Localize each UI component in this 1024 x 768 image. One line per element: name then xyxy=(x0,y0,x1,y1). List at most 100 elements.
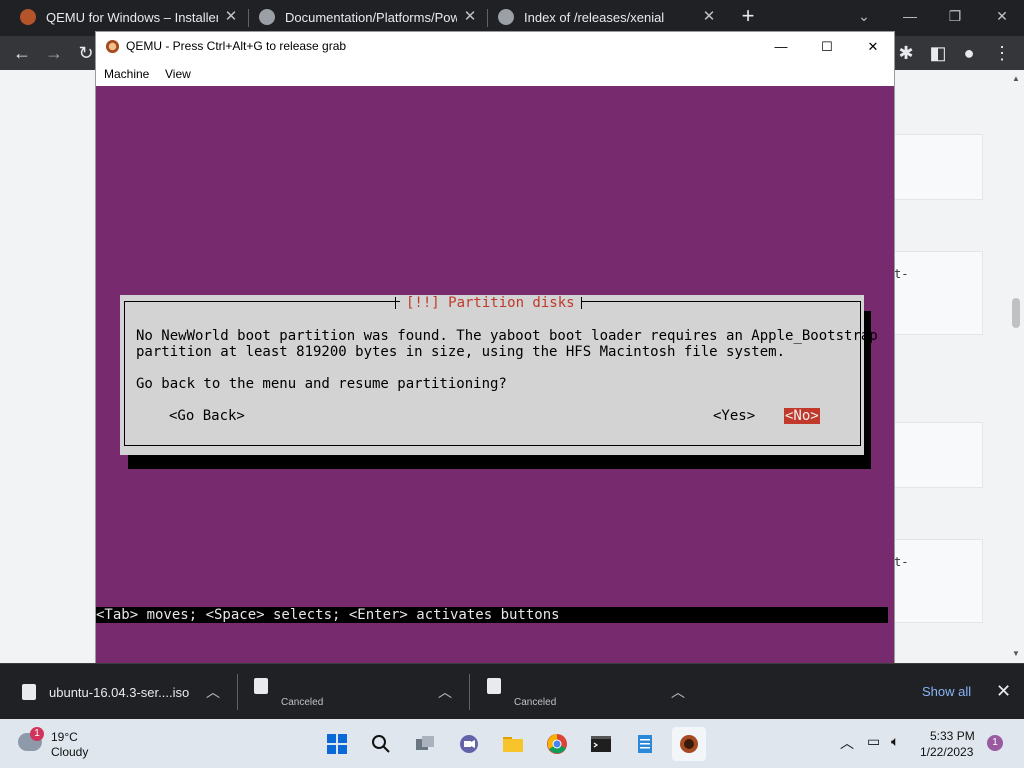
go-back-button[interactable]: <Go Back> xyxy=(169,408,245,424)
minimize-icon[interactable]: — xyxy=(898,4,922,28)
title-frame-tick xyxy=(395,297,396,309)
qemu-maximize-icon[interactable]: ☐ xyxy=(804,32,850,62)
qemu-window: QEMU - Press Ctrl+Alt+G to release grab … xyxy=(95,31,895,663)
chevron-up-icon[interactable]: ︿ xyxy=(671,682,685,702)
chat-button[interactable] xyxy=(452,727,486,761)
new-tab-button[interactable]: + xyxy=(736,5,760,29)
dialog-frame xyxy=(124,301,861,446)
chat-icon xyxy=(460,735,478,753)
extensions-icon[interactable]: ✱ xyxy=(894,41,918,65)
file-icon xyxy=(254,678,268,694)
scroll-down-icon[interactable]: ▼ xyxy=(1008,647,1024,661)
side-panel-icon[interactable]: ◧ xyxy=(926,41,950,65)
network-icon[interactable]: ▭ xyxy=(867,733,880,750)
scroll-up-icon[interactable]: ▲ xyxy=(1008,72,1024,86)
tab-search-icon[interactable]: ⌄ xyxy=(852,4,876,28)
download-status: Canceled xyxy=(514,697,557,708)
dialog-title: [!!] Partition disks xyxy=(400,295,581,311)
chrome-icon xyxy=(547,734,567,754)
clock-time[interactable]: 5:33 PM xyxy=(930,729,975,743)
notification-badge[interactable]: 1 xyxy=(987,735,1003,751)
download-divider xyxy=(469,674,470,710)
file-explorer-button[interactable] xyxy=(496,727,530,761)
forward-arrow-icon[interactable]: → xyxy=(42,41,66,65)
qemu-minimize-icon[interactable]: — xyxy=(758,32,804,62)
qemu-titlebar[interactable]: QEMU - Press Ctrl+Alt+G to release grab … xyxy=(96,32,894,62)
page-scrollbar[interactable]: ▲ ▼ xyxy=(1008,70,1024,663)
download-item[interactable]: ubuntu-16.04.3-ser....iso ︿ xyxy=(18,664,238,720)
chevron-up-icon[interactable]: ︿ xyxy=(438,682,452,702)
no-button[interactable]: <No> xyxy=(784,408,820,424)
notepad-button[interactable] xyxy=(628,727,662,761)
menu-view[interactable]: View xyxy=(165,67,191,81)
file-icon xyxy=(22,684,36,700)
globe-icon xyxy=(498,9,514,25)
qemu-app-icon xyxy=(680,735,698,753)
close-window-icon[interactable]: ✕ xyxy=(990,4,1014,28)
guest-status-line: <Tab> moves; <Space> selects; <Enter> ac… xyxy=(96,607,888,623)
menu-machine[interactable]: Machine xyxy=(104,67,149,81)
more-menu-icon[interactable]: ⋮ xyxy=(990,41,1014,65)
restore-icon[interactable]: ❐ xyxy=(943,4,967,28)
guest-screen[interactable]: [!!] Partition disks No NewWorld boot pa… xyxy=(96,86,894,663)
tab-title: Documentation/Platforms/Power xyxy=(285,9,457,25)
search-button[interactable] xyxy=(364,727,398,761)
chevron-up-icon[interactable]: ︿ xyxy=(206,682,220,702)
tab-title: QEMU for Windows – Installers ( xyxy=(46,9,218,25)
tab-title: Index of /releases/xenial xyxy=(524,9,665,25)
file-icon xyxy=(487,678,501,694)
download-item[interactable]: Canceled ︿ xyxy=(483,664,703,720)
title-frame-tick xyxy=(581,297,582,309)
qemu-close-icon[interactable]: ✕ xyxy=(850,32,896,62)
download-item[interactable]: Canceled ︿ xyxy=(250,664,470,720)
qemu-taskbar-button[interactable] xyxy=(672,727,706,761)
download-filename: ubuntu-16.04.3-ser....iso xyxy=(49,685,190,700)
close-tab-icon[interactable]: ✕ xyxy=(461,8,479,26)
tab-index-releases-xenial[interactable]: Index of /releases/xenial ✕ xyxy=(498,0,726,34)
search-icon xyxy=(372,735,390,753)
weather-badge: 1 xyxy=(30,727,44,741)
volume-icon[interactable]: 🔈︎ xyxy=(891,733,899,750)
download-shelf: ubuntu-16.04.3-ser....iso ︿ Canceled ︿ C… xyxy=(0,663,1024,719)
tab-divider xyxy=(248,9,249,27)
globe-icon xyxy=(259,9,275,25)
task-view-button[interactable] xyxy=(408,727,442,761)
page-text-fragment: t- xyxy=(894,267,909,281)
windows-taskbar: 1 19°C Cloudy ︿ ▭ 🔈︎ 5:33 PM 1/22/2023 1 xyxy=(0,719,1024,768)
notepad-icon xyxy=(638,735,652,753)
weather-temperature: 19°C xyxy=(51,730,78,744)
qemu-app-icon xyxy=(105,39,120,54)
back-arrow-icon[interactable]: ← xyxy=(10,41,34,65)
task-view-icon xyxy=(416,736,434,750)
tab-qemu-installers[interactable]: QEMU for Windows – Installers ( ✕ xyxy=(20,0,248,34)
clock-date[interactable]: 1/22/2023 xyxy=(920,745,973,759)
qemu-favicon-icon xyxy=(20,9,36,25)
weather-condition: Cloudy xyxy=(51,745,89,759)
dialog-message-line2: partition at least 819200 bytes in size,… xyxy=(136,344,786,360)
qemu-window-title: QEMU - Press Ctrl+Alt+G to release grab xyxy=(126,39,347,53)
weather-widget[interactable]: 1 19°C Cloudy xyxy=(18,727,128,761)
tab-divider xyxy=(487,9,488,27)
terminal-icon xyxy=(591,736,611,752)
start-button[interactable] xyxy=(320,727,354,761)
yes-button[interactable]: <Yes> xyxy=(713,408,755,424)
show-all-downloads-link[interactable]: Show all xyxy=(922,684,971,699)
chrome-button[interactable] xyxy=(540,727,574,761)
profile-icon[interactable]: ● xyxy=(957,41,981,65)
partition-disks-dialog: [!!] Partition disks No NewWorld boot pa… xyxy=(120,295,878,455)
close-tab-icon[interactable]: ✕ xyxy=(222,8,240,26)
close-tab-icon[interactable]: ✕ xyxy=(700,8,718,26)
windows-logo-icon xyxy=(327,734,347,754)
folder-icon xyxy=(503,737,523,752)
tab-documentation-platforms[interactable]: Documentation/Platforms/Power ✕ xyxy=(259,0,487,34)
chevron-up-icon[interactable]: ︿ xyxy=(840,733,854,753)
page-text-fragment: t- xyxy=(894,555,909,569)
scroll-thumb[interactable] xyxy=(1012,298,1020,328)
dialog-message-line1: No NewWorld boot partition was found. Th… xyxy=(136,328,878,344)
download-divider xyxy=(237,674,238,710)
close-shelf-icon[interactable]: ✕ xyxy=(996,681,1011,702)
download-status: Canceled xyxy=(281,697,324,708)
qemu-menubar: Machine View xyxy=(96,62,894,86)
dialog-question: Go back to the menu and resume partition… xyxy=(136,376,507,392)
terminal-button[interactable] xyxy=(584,727,618,761)
